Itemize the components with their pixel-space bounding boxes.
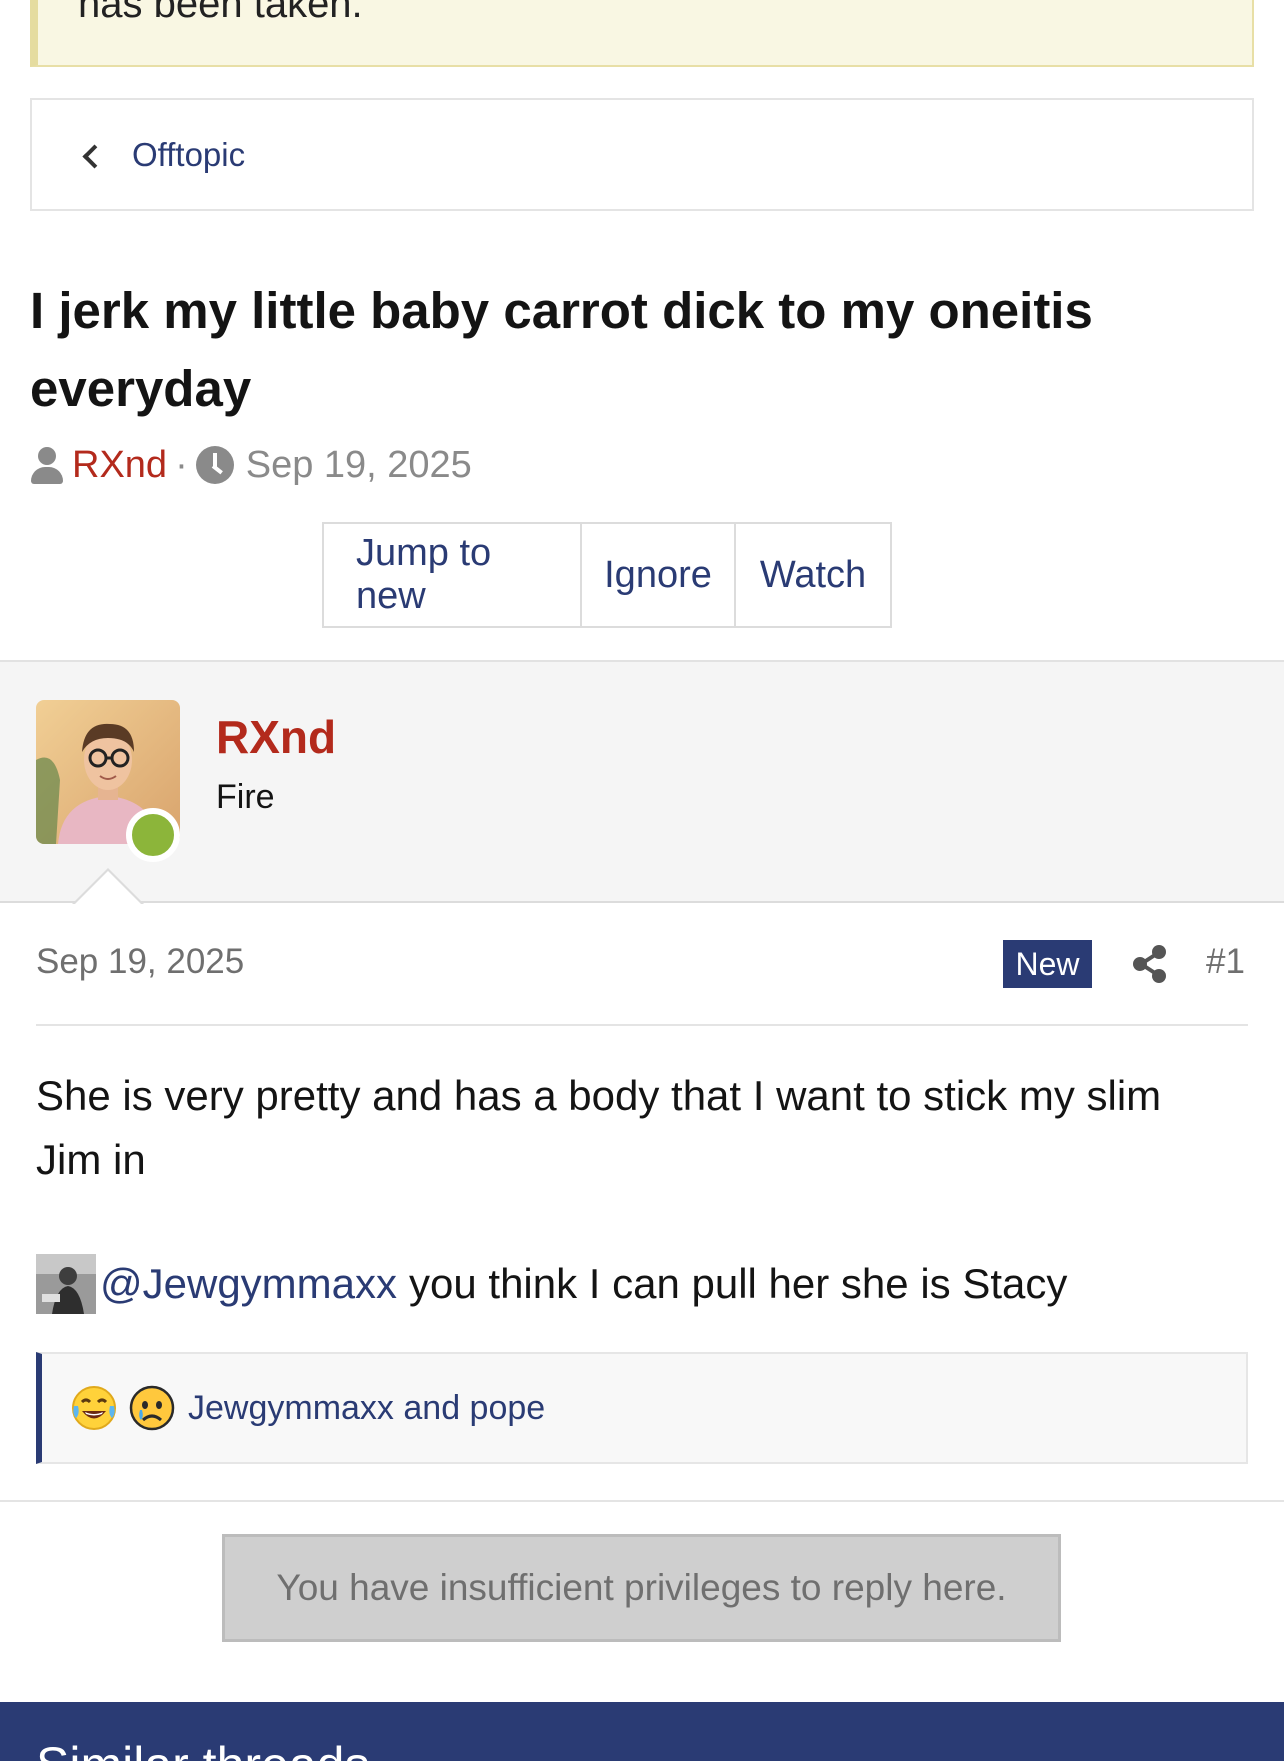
divider [0, 1500, 1284, 1502]
post-body-mention-line: @Jewgymmaxx you think I can pull her she… [36, 1252, 1067, 1316]
post-date[interactable]: Sep 19, 2025 [36, 942, 244, 982]
thread-title: I jerk my little baby carrot dick to my … [30, 282, 1093, 417]
thread-meta: RXnd · Sep 19, 2025 [30, 440, 472, 490]
breadcrumb[interactable]: Offtopic [30, 98, 1254, 211]
post-number-link[interactable]: #1 [1206, 942, 1245, 982]
reactions-bar[interactable]: Jewgymmaxx and pope [36, 1352, 1248, 1464]
jump-to-new-button[interactable]: Jump to new [324, 524, 582, 626]
similar-threads-header: Similar threads [0, 1702, 1284, 1761]
post-username[interactable]: RXnd [216, 710, 336, 764]
mention-line-text: you think I can pull her she is Stacy [409, 1260, 1068, 1307]
online-status-indicator [126, 808, 180, 862]
chevron-left-icon[interactable] [80, 140, 100, 170]
breadcrumb-offtopic-link[interactable]: Offtopic [132, 136, 245, 174]
new-badge: New [1003, 940, 1092, 988]
meta-separator: · [175, 443, 188, 486]
user-title: Fire [216, 778, 275, 816]
notice-text: has been taken. [78, 0, 363, 26]
post-user-header: RXnd Fire [0, 660, 1284, 903]
thread-date[interactable]: Sep 19, 2025 [246, 444, 472, 487]
reactions-users-link[interactable]: Jewgymmaxx and pope [188, 1389, 545, 1428]
mention-avatar[interactable] [36, 1254, 96, 1314]
notice-banner: has been taken. [30, 0, 1254, 67]
thread-author-link[interactable]: RXnd [72, 444, 167, 487]
clock-icon [195, 446, 234, 484]
reply-disabled-button: You have insufficient privileges to repl… [222, 1534, 1061, 1642]
divider [36, 1024, 1248, 1026]
thread-action-buttons: Jump to new Ignore Watch [322, 522, 892, 628]
sad-face-emoji-icon[interactable] [128, 1384, 176, 1432]
watch-button[interactable]: Watch [736, 524, 890, 626]
similar-threads-title: Similar threads [36, 1740, 369, 1761]
post-body-paragraph: She is very pretty and has a body that I… [36, 1072, 1162, 1183]
tears-of-joy-emoji-icon[interactable] [70, 1384, 118, 1432]
ignore-button[interactable]: Ignore [582, 524, 736, 626]
user-icon [30, 445, 64, 485]
share-icon[interactable] [1130, 944, 1170, 984]
user-header-pointer-inner [74, 871, 142, 905]
user-mention-link[interactable]: @Jewgymmaxx [100, 1260, 397, 1308]
